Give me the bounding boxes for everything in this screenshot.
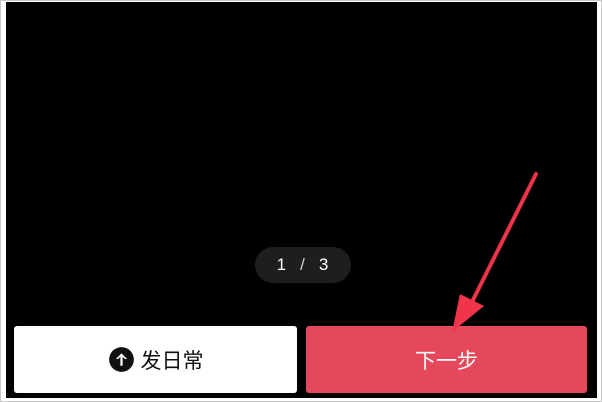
- post-daily-button[interactable]: 发日常: [14, 326, 297, 393]
- upload-icon: [108, 347, 134, 372]
- post-daily-label: 发日常: [140, 349, 204, 373]
- next-step-label: 下一步: [415, 349, 478, 373]
- media-preview-area: 1 / 3 发日常 下一步: [6, 2, 597, 398]
- page-total: 3: [318, 255, 330, 274]
- page-separator: /: [300, 255, 306, 274]
- page-current: 1: [276, 255, 288, 274]
- screenshot-frame: 1 / 3 发日常 下一步: [0, 0, 602, 402]
- page-indicator: 1 / 3: [255, 247, 351, 283]
- next-step-button[interactable]: 下一步: [306, 326, 587, 393]
